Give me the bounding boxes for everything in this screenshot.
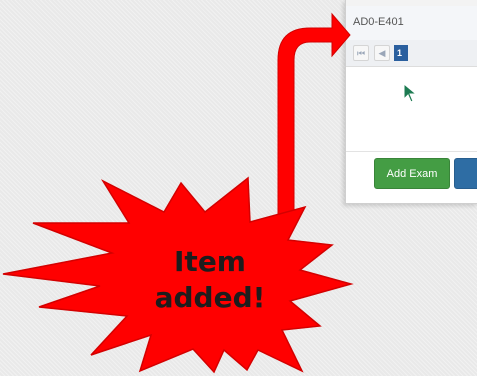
- callout-overlay: [2, 12, 354, 374]
- callout-line-2: added!: [154, 281, 266, 314]
- callout-line-1: Item: [174, 245, 246, 278]
- red-arrow-shape: [277, 12, 351, 216]
- item-added-callout: Item added!: [130, 244, 290, 316]
